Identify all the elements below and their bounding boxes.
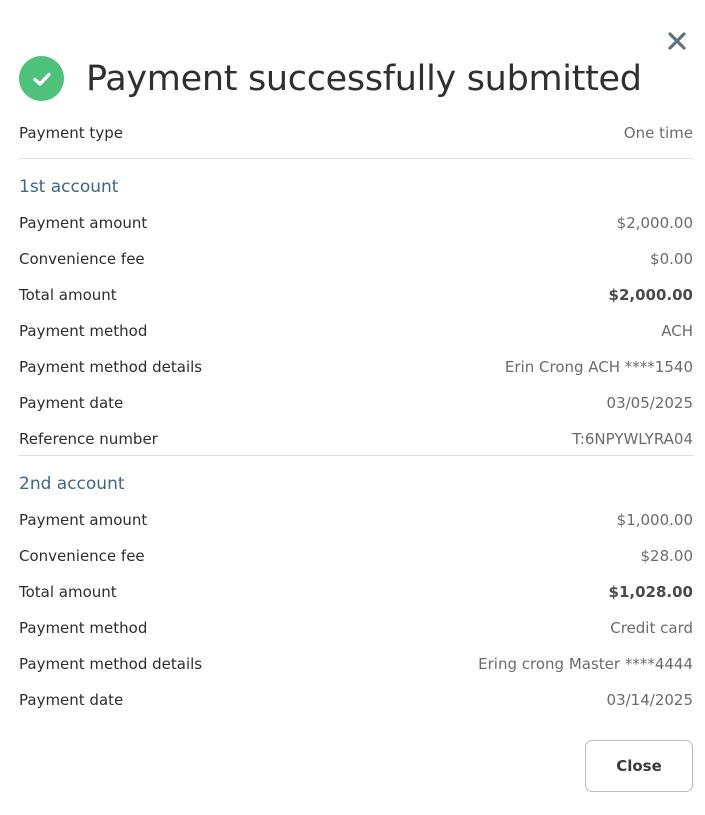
- row-label: Payment amount: [19, 214, 148, 232]
- row-value: $0.00: [650, 250, 693, 268]
- account-2-details: Payment amount $1,000.00 Convenience fee…: [19, 502, 693, 718]
- row-label: Payment method: [19, 322, 148, 340]
- row-label: Payment amount: [19, 511, 148, 529]
- row-label: Payment method details: [19, 655, 203, 673]
- payment-method-row: Payment method ACH: [19, 313, 693, 349]
- close-icon[interactable]: [664, 28, 690, 54]
- row-value: $28.00: [640, 547, 694, 565]
- row-label: Payment date: [19, 394, 124, 412]
- convenience-fee-row: Convenience fee $0.00: [19, 241, 693, 277]
- payment-date-row: Payment date 03/05/2025: [19, 385, 693, 421]
- row-value: T:6NPYWLYRA04: [572, 430, 693, 448]
- row-value: $1,000.00: [616, 511, 693, 529]
- payment-date-row: Payment date 03/14/2025: [19, 682, 693, 718]
- check-circle-icon: [19, 56, 64, 101]
- row-value: 03/05/2025: [606, 394, 693, 412]
- row-label: Reference number: [19, 430, 158, 448]
- payment-type-row: Payment type One time: [19, 116, 693, 150]
- row-label: Payment date: [19, 691, 124, 709]
- dialog-title: Payment successfully submitted: [86, 58, 642, 99]
- payment-method-details-row: Payment method details Ering crong Maste…: [19, 646, 693, 682]
- row-value: One time: [623, 124, 693, 142]
- row-value: Credit card: [610, 619, 693, 637]
- payment-method-details-row: Payment method details Erin Crong ACH **…: [19, 349, 693, 385]
- reference-number-row: Reference number T:6NPYWLYRA04: [19, 421, 693, 457]
- convenience-fee-row: Convenience fee $28.00: [19, 538, 693, 574]
- row-label: Payment type: [19, 124, 123, 142]
- payment-details: Payment type One time 1st account Paymen…: [19, 116, 693, 718]
- row-value: Ering crong Master ****4444: [478, 655, 693, 673]
- payment-confirmation-dialog: Payment successfully submitted Payment t…: [0, 0, 705, 815]
- row-label: Convenience fee: [19, 250, 145, 268]
- row-label: Payment method details: [19, 358, 203, 376]
- account-1-details: Payment amount $2,000.00 Convenience fee…: [19, 205, 693, 457]
- row-value: 03/14/2025: [606, 691, 693, 709]
- payment-amount-row: Payment amount $2,000.00: [19, 205, 693, 241]
- payment-method-row: Payment method Credit card: [19, 610, 693, 646]
- close-button[interactable]: Close: [585, 740, 693, 792]
- row-label: Total amount: [19, 286, 117, 304]
- row-value: $2,000.00: [608, 286, 693, 304]
- dialog-header: Payment successfully submitted: [19, 56, 642, 101]
- row-label: Payment method: [19, 619, 148, 637]
- payment-amount-row: Payment amount $1,000.00: [19, 502, 693, 538]
- total-amount-row: Total amount $2,000.00: [19, 277, 693, 313]
- row-label: Convenience fee: [19, 547, 145, 565]
- row-value: Erin Crong ACH ****1540: [504, 358, 693, 376]
- row-value: $2,000.00: [616, 214, 693, 232]
- row-value: ACH: [661, 322, 693, 340]
- row-value: $1,028.00: [608, 583, 693, 601]
- row-label: Total amount: [19, 583, 117, 601]
- total-amount-row: Total amount $1,028.00: [19, 574, 693, 610]
